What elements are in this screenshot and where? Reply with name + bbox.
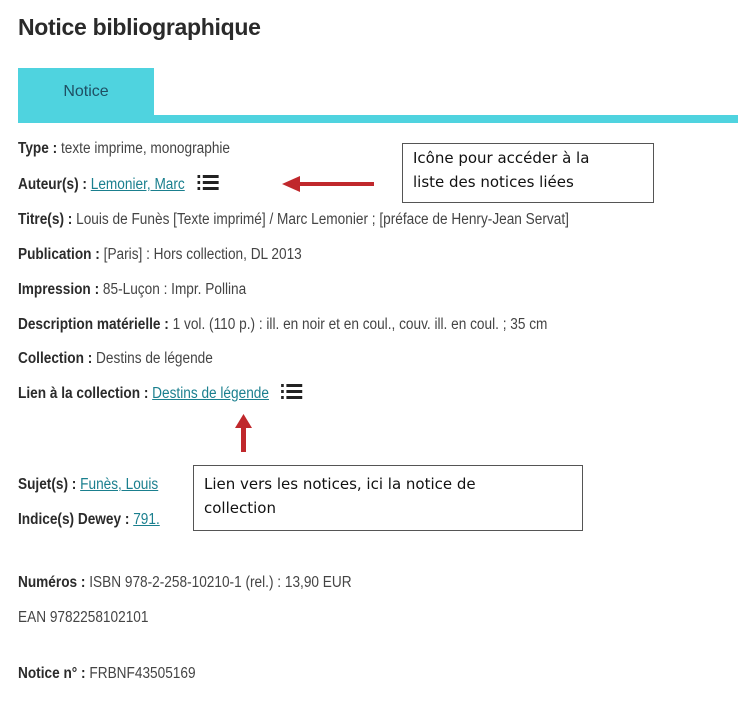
arrow-up [235, 414, 252, 452]
annotation-arrows [235, 176, 374, 452]
arrow-left [282, 176, 374, 192]
